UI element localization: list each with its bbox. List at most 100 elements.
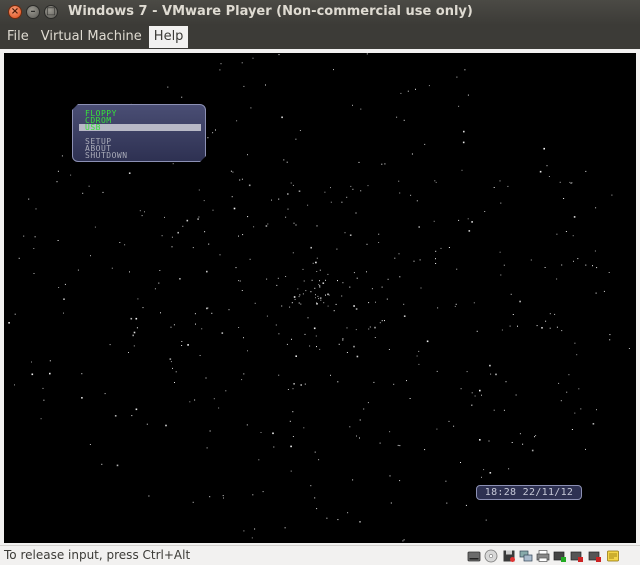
menu-help[interactable]: Help [148, 26, 189, 48]
star [304, 383, 306, 385]
star [399, 192, 401, 194]
star [568, 374, 570, 376]
star [310, 291, 312, 293]
boot-option-usb[interactable]: USB [85, 124, 101, 132]
star [195, 323, 196, 325]
star [530, 259, 532, 261]
star [434, 180, 436, 182]
star [384, 163, 386, 165]
star [337, 280, 338, 282]
star [319, 286, 321, 288]
star [294, 298, 296, 300]
star [603, 290, 605, 292]
star [251, 537, 253, 539]
star [352, 188, 354, 190]
star [460, 388, 462, 390]
menu-virtual-machine[interactable]: Virtual Machine [36, 26, 147, 48]
star [342, 282, 344, 284]
star [35, 208, 37, 210]
star [424, 143, 426, 145]
star [366, 243, 368, 245]
floppy-icon[interactable] [502, 549, 516, 563]
star [373, 381, 375, 383]
star [175, 371, 177, 373]
maximize-window-button[interactable]: □ [44, 5, 58, 19]
star [187, 344, 189, 346]
star [304, 333, 306, 335]
star [416, 200, 418, 202]
window-title-bar[interactable]: × – □ Windows 7 - VMware Player (Non-com… [0, 0, 640, 25]
star [402, 540, 404, 542]
star [260, 432, 262, 433]
star [499, 251, 501, 253]
star [489, 364, 491, 367]
window-title: Windows 7 - VMware Player (Non-commercia… [68, 4, 473, 19]
star [410, 194, 412, 196]
star [102, 191, 104, 193]
star [369, 326, 371, 328]
star [277, 277, 279, 279]
star [327, 305, 329, 307]
star [512, 314, 514, 315]
close-window-button[interactable]: × [8, 5, 22, 19]
star [278, 198, 280, 200]
boot-option-shutdown[interactable]: SHUTDOWN [85, 152, 128, 160]
printer-icon[interactable] [536, 549, 550, 563]
star [344, 232, 346, 234]
star [299, 294, 301, 296]
star [220, 63, 222, 65]
minimize-window-button[interactable]: – [26, 5, 40, 19]
hard-disk-icon[interactable] [467, 549, 481, 563]
star [367, 402, 369, 404]
star [160, 312, 161, 314]
sound-icon[interactable] [588, 549, 602, 563]
star [549, 327, 551, 329]
star [548, 176, 550, 177]
star [238, 327, 240, 328]
message-icon[interactable] [606, 549, 620, 563]
star [517, 325, 518, 327]
star [368, 328, 370, 330]
star [159, 270, 161, 271]
star [366, 53, 368, 55]
star [349, 286, 351, 288]
star [18, 257, 20, 259]
star [592, 423, 595, 425]
star [570, 182, 572, 184]
star [368, 302, 370, 304]
star [34, 236, 36, 238]
star [471, 221, 473, 223]
star [556, 233, 558, 235]
star [142, 307, 144, 309]
cd-drive-icon[interactable] [484, 549, 498, 563]
star [235, 267, 237, 269]
star [608, 272, 610, 273]
sound-card-icon[interactable] [570, 549, 584, 563]
vm-display[interactable]: FLOPPY CDROM USB SETUP ABOUT SHUTDOWN 18… [4, 53, 636, 543]
star [265, 84, 266, 86]
star [360, 190, 362, 192]
network-icon[interactable] [519, 549, 533, 563]
star [320, 299, 322, 301]
star [172, 163, 174, 165]
star [276, 284, 278, 286]
star [561, 264, 563, 266]
menu-file[interactable]: File [2, 26, 34, 48]
star [28, 198, 30, 200]
star [295, 138, 297, 140]
star [440, 247, 442, 249]
star [258, 459, 260, 461]
star [302, 293, 304, 295]
star [246, 424, 248, 426]
star [285, 216, 287, 218]
star [130, 317, 133, 320]
star [172, 367, 173, 369]
star [418, 350, 420, 352]
star [292, 252, 294, 254]
star [171, 236, 173, 238]
star [206, 307, 208, 310]
star [398, 180, 400, 182]
star [503, 264, 505, 266]
star [242, 234, 244, 236]
usb-device-icon[interactable] [553, 549, 567, 563]
